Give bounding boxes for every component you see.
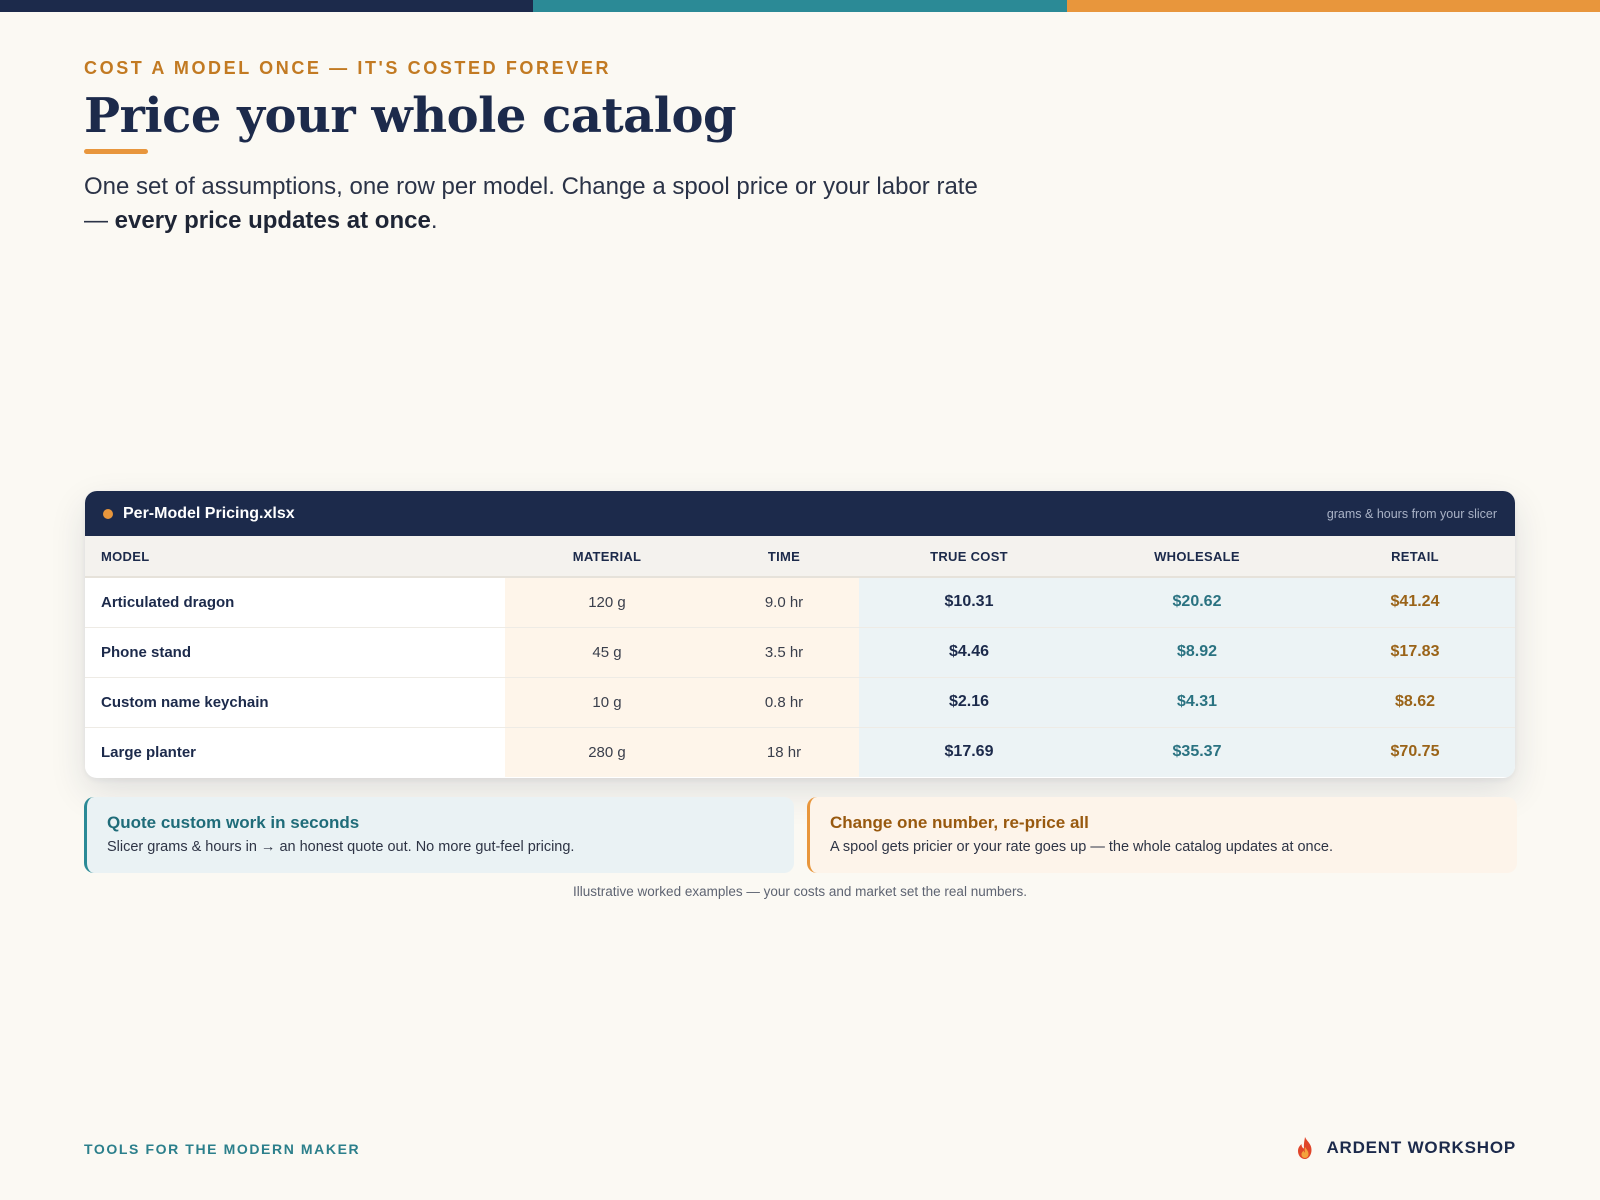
spreadsheet-hint: grams & hours from your slicer xyxy=(1326,506,1497,521)
top-bar-orange xyxy=(1066,0,1600,12)
column-header-true-cost: TRUE COST xyxy=(859,536,1079,578)
status-dot-icon xyxy=(103,508,113,519)
cell-retail: $8.62 xyxy=(1315,677,1515,728)
eyebrow-text: COST A MODEL ONCE — IT'S COSTED FOREVER xyxy=(84,58,612,78)
cell-true-cost: $2.16 xyxy=(859,677,1079,728)
top-bar-teal xyxy=(533,0,1067,12)
footnote: Illustrative worked examples — your cost… xyxy=(573,884,1027,899)
page-title: Price your whole catalog xyxy=(84,88,737,144)
page-subtitle: One set of assumptions, one row per mode… xyxy=(84,170,984,238)
spreadsheet-header: Per-Model Pricing.xlsx grams & hours fro… xyxy=(85,491,1515,536)
cell-model: Phone stand xyxy=(85,627,505,678)
cell-retail: $70.75 xyxy=(1315,727,1515,777)
column-header-time: TIME xyxy=(709,536,859,578)
cell-true-cost: $4.46 xyxy=(859,627,1079,678)
callout-reprice-body: A spool gets pricier or your rate goes u… xyxy=(830,839,1333,855)
subtitle-emphasis: every price updates at once xyxy=(114,207,431,234)
callout-reprice: Change one number, re-price all A spool … xyxy=(807,797,1517,873)
column-header-retail: RETAIL xyxy=(1315,536,1515,578)
table-row: Custom name keychain 10 g 0.8 hr $2.16 $… xyxy=(85,677,1515,728)
cell-retail: $41.24 xyxy=(1315,577,1515,628)
spreadsheet-file: Per-Model Pricing.xlsx xyxy=(103,505,295,523)
cell-time: 3.5 hr xyxy=(709,627,859,678)
cell-true-cost: $10.31 xyxy=(859,577,1079,628)
callout-quote-title: Quote custom work in seconds xyxy=(107,813,360,832)
subtitle-end: . xyxy=(430,207,438,234)
callout-quote: Quote custom work in seconds Slicer gram… xyxy=(84,797,794,873)
brand-name: ARDENT WORKSHOP xyxy=(1326,1138,1516,1157)
cell-material: 10 g xyxy=(505,677,709,728)
column-header-model: MODEL xyxy=(85,536,505,578)
cell-time: 0.8 hr xyxy=(709,677,859,728)
cell-model: Custom name keychain xyxy=(85,677,505,728)
top-bar-navy xyxy=(0,0,534,12)
cell-retail: $17.83 xyxy=(1315,627,1515,678)
table-row: Phone stand 45 g 3.5 hr $4.46 $8.92 $17.… xyxy=(85,627,1515,678)
column-header-material: MATERIAL xyxy=(505,536,709,578)
spreadsheet-filename: Per-Model Pricing.xlsx xyxy=(123,504,295,522)
callout-reprice-title: Change one number, re-price all xyxy=(830,813,1089,832)
callout-quote-body: Slicer grams & hours in → an honest quot… xyxy=(107,839,575,855)
cell-material: 280 g xyxy=(505,727,709,777)
cell-model: Articulated dragon xyxy=(85,577,505,628)
table-row: Articulated dragon 120 g 9.0 hr $10.31 $… xyxy=(85,577,1515,628)
cell-material: 120 g xyxy=(505,577,709,628)
title-underline xyxy=(84,149,148,154)
cell-wholesale: $8.92 xyxy=(1079,627,1315,678)
table-header-row: MODEL MATERIAL TIME TRUE COST WHOLESALE … xyxy=(85,536,1515,578)
cell-material: 45 g xyxy=(505,627,709,678)
top-color-bar xyxy=(0,0,1600,12)
footer-tagline: TOOLS FOR THE MODERN MAKER xyxy=(84,1141,361,1157)
cell-wholesale: $20.62 xyxy=(1079,577,1315,628)
brand-logo: ARDENT WORKSHOP xyxy=(1294,1136,1516,1160)
column-header-wholesale: WHOLESALE xyxy=(1079,536,1315,578)
cell-time: 9.0 hr xyxy=(709,577,859,628)
cell-wholesale: $4.31 xyxy=(1079,677,1315,728)
pricing-spreadsheet: Per-Model Pricing.xlsx grams & hours fro… xyxy=(85,491,1515,778)
flame-icon xyxy=(1298,1137,1312,1159)
pricing-table: MODEL MATERIAL TIME TRUE COST WHOLESALE … xyxy=(85,536,1515,777)
table-row: Large planter 280 g 18 hr $17.69 $35.37 … xyxy=(85,727,1515,777)
cell-time: 18 hr xyxy=(709,727,859,777)
cell-wholesale: $35.37 xyxy=(1079,727,1315,777)
cell-true-cost: $17.69 xyxy=(859,727,1079,777)
cell-model: Large planter xyxy=(85,727,505,777)
